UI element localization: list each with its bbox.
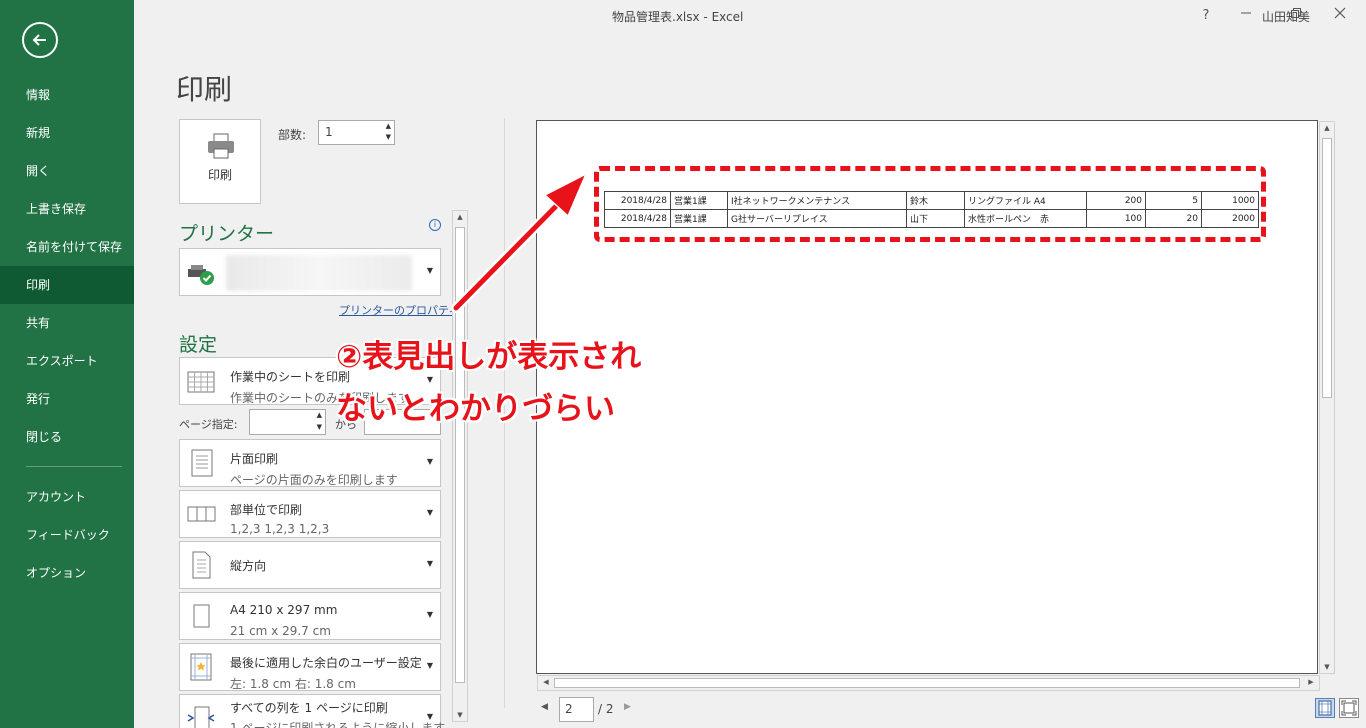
total-pages: / 2 <box>598 702 614 716</box>
nav-export[interactable]: エクスポート <box>0 342 134 380</box>
nav-open[interactable]: 開く <box>0 152 134 190</box>
restore-icon[interactable] <box>1286 6 1306 26</box>
printer-icon <box>208 133 234 159</box>
show-margins-button[interactable] <box>1315 698 1335 718</box>
chevron-down-icon: ▼ <box>426 508 433 517</box>
chevron-down-icon: ▼ <box>426 712 433 721</box>
printer-dropdown[interactable]: ▼ <box>179 248 441 296</box>
scroll-down-icon[interactable]: ▼ <box>1320 663 1334 671</box>
scaling-title: すべての列を 1 ページに印刷 <box>230 701 388 715</box>
print-button[interactable]: 印刷 <box>179 119 261 204</box>
scroll-left-icon[interactable]: ◀ <box>539 678 553 686</box>
nav-info[interactable]: 情報 <box>0 76 134 114</box>
fit-columns-icon <box>187 706 215 728</box>
scroll-right-icon[interactable]: ▶ <box>1304 678 1318 686</box>
copies-label: 部数: <box>278 128 307 142</box>
nav-divider <box>26 466 122 467</box>
scroll-down-icon[interactable]: ▼ <box>453 711 467 719</box>
scope-title: 作業中のシートを印刷 <box>230 370 351 384</box>
annotation-line-1: ②表見出しが表示され <box>336 339 642 375</box>
nav-account[interactable]: アカウント <box>0 478 134 516</box>
print-button-label: 印刷 <box>207 168 232 182</box>
settings-section-title: 設定 <box>179 334 218 356</box>
previous-page-icon[interactable]: ◀ <box>541 702 548 712</box>
scroll-up-icon[interactable]: ▲ <box>1320 124 1334 132</box>
collate-title: 部単位で印刷 <box>230 503 303 517</box>
nav-feedback[interactable]: フィードバック <box>0 516 134 554</box>
spin-up-icon[interactable]: ▲ <box>317 411 322 419</box>
orientation-title: 縦方向 <box>230 559 267 573</box>
printer-name-redacted <box>226 255 412 291</box>
scroll-thumb[interactable] <box>1322 138 1332 398</box>
title-bar: 物品管理表.xlsx - Excel 山田知美 ? <box>134 0 1366 32</box>
info-icon[interactable]: i <box>429 219 441 231</box>
back-arrow-icon[interactable] <box>22 22 58 58</box>
chevron-down-icon: ▼ <box>426 661 433 670</box>
spin-down-icon[interactable]: ▼ <box>317 423 322 431</box>
page-title: 印刷 <box>176 73 233 106</box>
collate-subtitle: 1,2,3 1,2,3 1,2,3 <box>230 522 330 536</box>
chevron-down-icon: ▼ <box>426 559 433 568</box>
paper-size-icon <box>193 604 210 628</box>
settings-scrollbar[interactable]: ▲ ▼ <box>452 210 468 722</box>
nav-save[interactable]: 上書き保存 <box>0 190 134 228</box>
highlight-box <box>594 166 1266 242</box>
chevron-down-icon: ▼ <box>426 266 433 275</box>
sides-subtitle: ページの片面のみを印刷します <box>230 473 398 487</box>
copies-value: 1 <box>325 125 333 139</box>
nav-close[interactable]: 閉じる <box>0 418 134 456</box>
printer-properties-link[interactable]: プリンターのプロパティ <box>339 302 459 318</box>
nav-new[interactable]: 新規 <box>0 114 134 152</box>
pages-from-input[interactable]: ▲ ▼ <box>249 409 326 435</box>
window-title: 物品管理表.xlsx - Excel <box>612 10 744 24</box>
nav-save-as[interactable]: 名前を付けて保存 <box>0 228 134 266</box>
printer-section-title: プリンター <box>179 223 275 245</box>
portrait-page-icon <box>192 551 211 579</box>
help-icon[interactable]: ? <box>1196 6 1216 26</box>
nav-share[interactable]: 共有 <box>0 304 134 342</box>
orientation-dropdown[interactable]: 縦方向 ▼ <box>179 541 441 589</box>
margins-dropdown[interactable]: 最後に適用した余白のユーザー設定 左: 1.8 cm 右: 1.8 cm ▼ <box>179 643 441 691</box>
pages-label: ページ指定: <box>179 418 238 431</box>
paper-title: A4 210 x 297 mm <box>230 603 338 617</box>
paper-subtitle: 21 cm x 29.7 cm <box>230 624 331 638</box>
minimize-icon[interactable] <box>1236 6 1256 26</box>
sheet-grid-icon <box>187 371 215 393</box>
spin-down-icon[interactable]: ▼ <box>386 133 391 141</box>
printer-ready-icon <box>188 265 214 285</box>
scaling-subtitle: 1 ページに印刷されるように縮小します <box>230 721 446 728</box>
zoom-to-page-button[interactable] <box>1339 698 1359 718</box>
scaling-dropdown[interactable]: すべての列を 1 ページに印刷 1 ページに印刷されるように縮小します ▼ <box>179 694 445 728</box>
preview-horizontal-scrollbar[interactable]: ◀ ▶ <box>537 675 1320 691</box>
margins-icon <box>190 653 212 681</box>
sides-title: 片面印刷 <box>230 452 279 466</box>
next-page-icon[interactable]: ▶ <box>624 702 631 712</box>
scroll-thumb[interactable] <box>455 227 465 683</box>
scroll-up-icon[interactable]: ▲ <box>453 213 467 221</box>
margins-subtitle: 左: 1.8 cm 右: 1.8 cm <box>230 677 356 691</box>
one-sided-page-icon <box>191 449 213 477</box>
zoom-to-page-icon <box>1341 700 1357 716</box>
show-margins-icon <box>1318 700 1332 716</box>
copies-input[interactable]: 1 ▲ ▼ <box>318 120 395 145</box>
sides-dropdown[interactable]: 片面印刷 ページの片面のみを印刷します ▼ <box>179 439 441 487</box>
nav-publish[interactable]: 発行 <box>0 380 134 418</box>
collate-dropdown[interactable]: 部単位で印刷 1,2,3 1,2,3 1,2,3 ▼ <box>179 490 441 538</box>
nav-options[interactable]: オプション <box>0 554 134 592</box>
preview-vertical-scrollbar[interactable]: ▲ ▼ <box>1319 121 1335 674</box>
nav-print[interactable]: 印刷 <box>0 266 134 304</box>
close-icon[interactable] <box>1330 6 1350 26</box>
scroll-thumb[interactable] <box>554 678 1300 688</box>
collate-icon <box>187 506 216 522</box>
page-number-input[interactable]: 2 <box>559 697 594 722</box>
chevron-down-icon: ▼ <box>426 457 433 466</box>
paper-size-dropdown[interactable]: A4 210 x 297 mm 21 cm x 29.7 cm ▼ <box>179 592 441 640</box>
backstage-sidebar: 情報 新規 開く 上書き保存 名前を付けて保存 印刷 共有 エクスポート 発行 … <box>0 0 134 728</box>
chevron-down-icon: ▼ <box>426 610 433 619</box>
margins-title: 最後に適用した余白のユーザー設定 <box>230 656 422 670</box>
spin-up-icon[interactable]: ▲ <box>386 122 391 130</box>
annotation-line-2: ないとわかりづらい <box>336 391 615 427</box>
current-page: 2 <box>565 702 573 716</box>
